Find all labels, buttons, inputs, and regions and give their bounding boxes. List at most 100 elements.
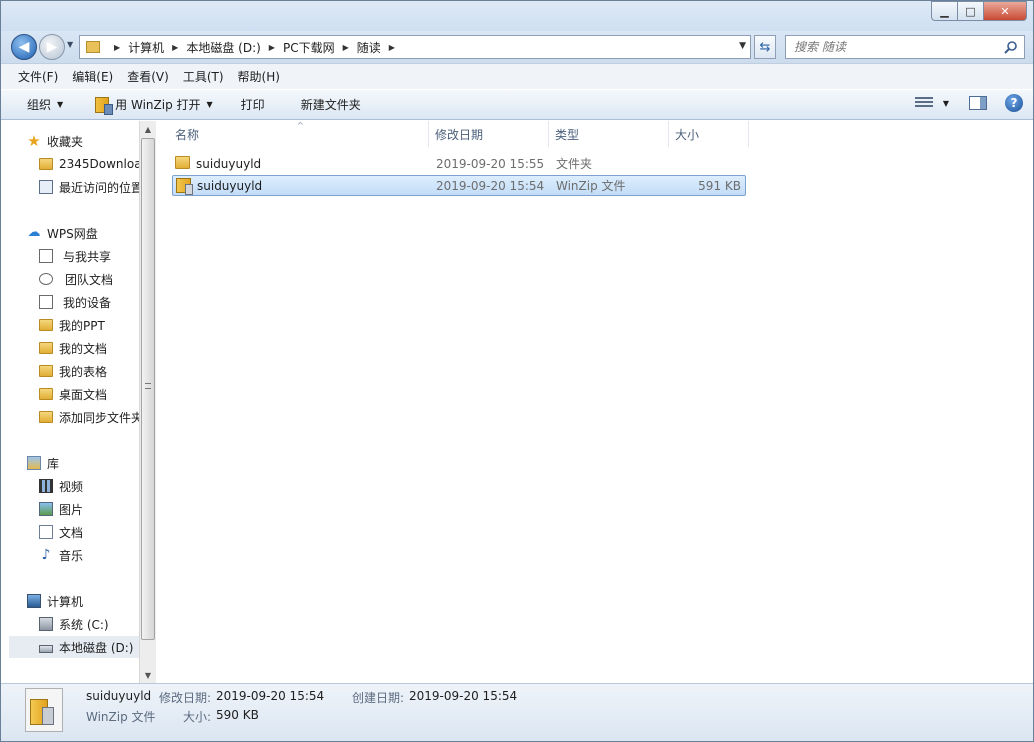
nav-favorites[interactable]: ★ 收藏夹 (27, 130, 83, 152)
nav-item-add-sync-folder[interactable]: 添加同步文件夹 (39, 406, 143, 428)
document-icon (39, 525, 53, 539)
nav-label: 系统 (C:) (59, 617, 109, 632)
details-created-value: 2019-09-20 15:54 (409, 689, 518, 703)
new-folder-button[interactable]: 新建文件夹 (293, 96, 369, 113)
breadcrumb-suidu[interactable]: 随读 (357, 39, 381, 56)
file-row[interactable]: suiduyuyld 2019-09-20 15:55 文件夹 (172, 153, 746, 174)
back-arrow-icon: ◀ (18, 39, 30, 55)
device-icon (39, 295, 53, 309)
maximize-button[interactable]: □ (957, 1, 983, 21)
nav-item-recent-places[interactable]: 最近访问的位置 (39, 176, 143, 198)
caret-down-icon[interactable]: ▼ (943, 99, 949, 108)
chevron-right-icon[interactable]: ▶ (114, 43, 120, 52)
breadcrumb-pc-download[interactable]: PC下载网 (283, 39, 335, 56)
nav-item-my-ppt[interactable]: 我的PPT (39, 314, 105, 336)
nav-item-my-docs[interactable]: 我的文档 (39, 337, 107, 359)
folder-icon (39, 342, 53, 354)
view-options-icon[interactable] (914, 97, 933, 109)
search-input[interactable] (794, 40, 994, 54)
nav-item-documents[interactable]: 文档 (39, 521, 83, 543)
column-header-size[interactable]: 大小 (669, 121, 749, 147)
preview-pane-icon[interactable] (969, 96, 987, 110)
nav-label: 与我共享 (63, 249, 112, 264)
close-button[interactable]: ✕ (983, 1, 1027, 21)
details-modified-label: 修改日期: (159, 691, 212, 705)
menu-edit[interactable]: 编辑(E) (65, 68, 120, 85)
nav-item-my-sheets[interactable]: 我的表格 (39, 360, 107, 382)
window-controls: ▁ □ ✕ (931, 1, 1027, 21)
details-size-value: 590 KB (216, 708, 259, 722)
chevron-right-icon[interactable]: ▶ (343, 43, 349, 52)
open-with-winzip-button[interactable]: 用 WinZip 打开 ▼ (87, 96, 221, 115)
column-header-modified[interactable]: 修改日期 (429, 121, 549, 147)
address-bar[interactable]: ▶ 计算机 ▶ 本地磁盘 (D:) ▶ PC下载网 ▶ 随读 ▶ ▼ (79, 35, 751, 59)
grip-icon (145, 383, 151, 389)
folder-icon (39, 388, 53, 400)
chevron-right-icon[interactable]: ▶ (172, 43, 178, 52)
forward-button[interactable]: ▶ (39, 34, 65, 60)
nav-item-drive-c[interactable]: 系统 (C:) (39, 613, 109, 635)
nav-item-desktop-docs[interactable]: 桌面文档 (39, 383, 107, 405)
folder-icon (39, 365, 53, 377)
search-icon[interactable] (1004, 40, 1018, 54)
nav-item-music[interactable]: ♪ 音乐 (39, 544, 83, 566)
nav-wps-drive[interactable]: ☁ WPS网盘 (27, 222, 98, 244)
nav-label: 我的表格 (59, 364, 108, 379)
breadcrumb-drive-d[interactable]: 本地磁盘 (D:) (186, 39, 260, 56)
back-button[interactable]: ◀ (11, 34, 37, 60)
scrollbar-thumb[interactable] (141, 138, 155, 640)
address-dropdown-icon[interactable]: ▼ (739, 41, 746, 51)
file-row-selected[interactable]: suiduyuyld 2019-09-20 15:54 WinZip 文件 59… (172, 175, 746, 196)
menu-help[interactable]: 帮助(H) (231, 68, 287, 85)
nav-item-shared-with-me[interactable]: 与我共享 (39, 245, 111, 267)
nav-computer[interactable]: 计算机 (27, 590, 83, 612)
nav-libraries[interactable]: 库 (27, 452, 59, 474)
nav-label: 我的PPT (59, 318, 105, 333)
refresh-button[interactable]: ⇆ (754, 35, 776, 59)
chevron-right-icon[interactable]: ▶ (389, 43, 395, 52)
column-header-name[interactable]: 名称 (169, 121, 429, 147)
nav-item-my-devices[interactable]: 我的设备 (39, 291, 111, 313)
column-header-type[interactable]: 类型 (549, 121, 669, 147)
scroll-down-icon[interactable]: ▼ (140, 667, 156, 683)
nav-label: 视频 (59, 479, 84, 494)
chevron-right-icon[interactable]: ▶ (269, 43, 275, 52)
help-icon[interactable]: ? (1005, 94, 1023, 112)
minimize-button[interactable]: ▁ (931, 1, 957, 21)
print-button[interactable]: 打印 (233, 96, 273, 113)
nav-item-pictures[interactable]: 图片 (39, 498, 83, 520)
scroll-up-icon[interactable]: ▲ (140, 121, 156, 137)
file-modified: 2019-09-20 15:55 (436, 156, 545, 171)
recent-pages-button[interactable]: ▼ (67, 40, 73, 49)
nav-label: 音乐 (59, 548, 84, 563)
nav-label: 最近访问的位置 (59, 180, 144, 195)
open-with-label: 用 WinZip 打开 (115, 98, 201, 112)
nav-item-drive-d[interactable]: 本地磁盘 (D:) (9, 636, 147, 658)
nav-label: 我的设备 (63, 295, 112, 310)
menu-file[interactable]: 文件(F) (11, 68, 65, 85)
nav-label: 添加同步文件夹 (59, 410, 144, 425)
organize-button[interactable]: 组织 ▼ (19, 96, 71, 113)
file-modified: 2019-09-20 15:54 (436, 178, 545, 193)
file-size: 591 KB (698, 178, 741, 193)
nav-item-team-docs[interactable]: 团队文档 (39, 268, 113, 290)
star-icon: ★ (27, 132, 41, 150)
caret-down-icon: ▼ (57, 100, 64, 109)
folder-icon (39, 319, 53, 331)
nav-scrollbar[interactable]: ▲ ▼ (139, 121, 156, 683)
winzip-icon (176, 178, 193, 195)
file-list: ^ 名称 修改日期 类型 大小 suiduyuyld 2019-09-20 15… (157, 121, 1033, 683)
search-box[interactable] (785, 35, 1025, 59)
refresh-icon: ⇆ (759, 39, 771, 55)
menu-tools[interactable]: 工具(T) (176, 68, 231, 85)
drive-icon (39, 644, 53, 653)
nav-label: WPS网盘 (47, 226, 98, 241)
nav-item-2345downloads[interactable]: 2345Downloads (39, 153, 155, 175)
command-bar: 组织 ▼ 用 WinZip 打开 ▼ 打印 新建文件夹 ▼ ? (1, 89, 1033, 120)
menu-view[interactable]: 查看(V) (120, 68, 176, 85)
picture-icon (39, 502, 53, 516)
file-type: 文件夹 (556, 157, 593, 171)
breadcrumb-computer[interactable]: 计算机 (128, 39, 164, 56)
nav-label: 库 (47, 456, 60, 471)
nav-item-videos[interactable]: 视频 (39, 475, 83, 497)
